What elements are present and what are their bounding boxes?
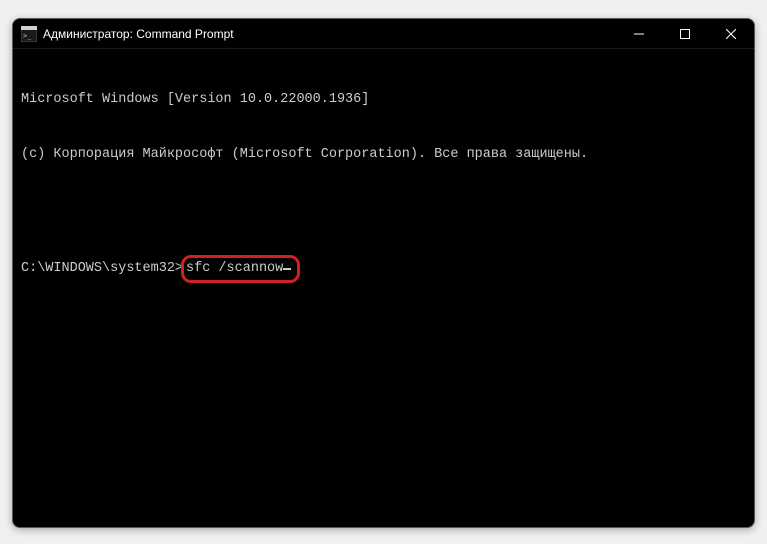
close-button[interactable]: [708, 19, 754, 49]
maximize-button[interactable]: [662, 19, 708, 49]
prompt-line: C:\WINDOWS\system32>sfc /scannow: [21, 255, 746, 283]
minimize-button[interactable]: [616, 19, 662, 49]
typed-command: sfc /scannow: [186, 260, 283, 278]
svg-text:>_: >_: [23, 32, 32, 40]
window-controls: [616, 19, 754, 48]
text-cursor: [283, 268, 291, 270]
prompt-path: C:\WINDOWS\system32>: [21, 260, 183, 278]
terminal-output[interactable]: Microsoft Windows [Version 10.0.22000.19…: [13, 49, 754, 326]
copyright-line: (c) Корпорация Майкрософт (Microsoft Cor…: [21, 146, 746, 164]
titlebar[interactable]: >_ Администратор: Command Prompt: [13, 19, 754, 49]
command-prompt-window: >_ Администратор: Command Prompt Microso…: [12, 18, 755, 528]
version-line: Microsoft Windows [Version 10.0.22000.19…: [21, 91, 746, 109]
window-title: Администратор: Command Prompt: [43, 27, 616, 41]
cmd-icon: >_: [21, 26, 37, 42]
command-highlight: sfc /scannow: [181, 255, 300, 283]
